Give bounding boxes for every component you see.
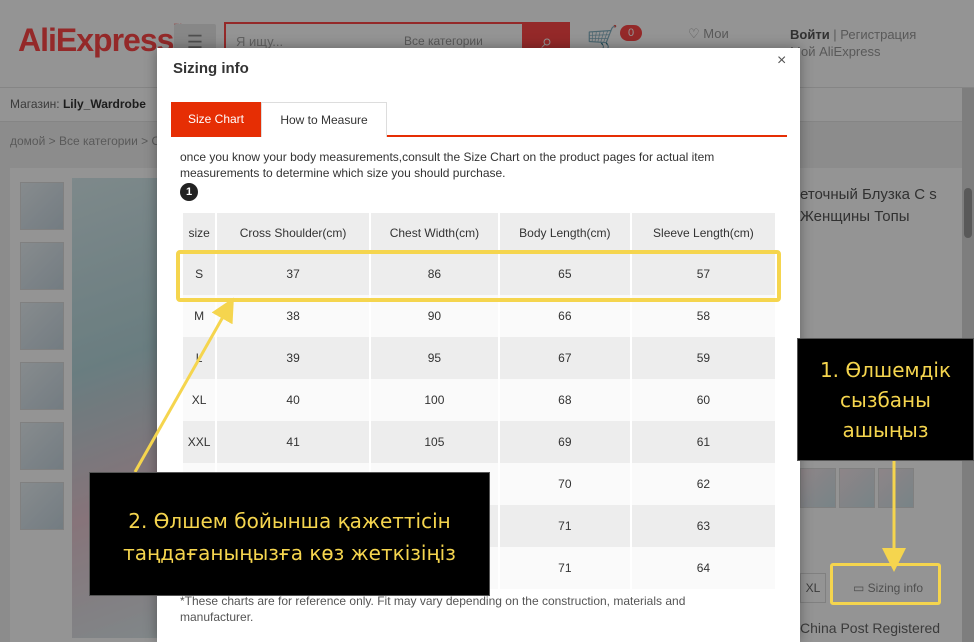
callout-line: сызбаны [840, 388, 931, 412]
close-icon[interactable]: × [777, 52, 786, 70]
table-header-row: size Cross Shoulder(cm) Chest Width(cm) … [183, 213, 775, 253]
highlight-sizing-info [830, 563, 941, 605]
callout-line: ашыңыз [842, 418, 929, 442]
callout-line: 1. Өлшемдік [819, 358, 952, 382]
modal-tabs: Size Chart How to Measure [171, 102, 787, 137]
table-cell: 67 [499, 337, 630, 379]
column-header: Cross Shoulder(cm) [217, 213, 369, 253]
tab-how-to-measure[interactable]: How to Measure [261, 102, 387, 137]
intro-text: once you know your body measurements,con… [180, 150, 715, 180]
table-cell: 62 [631, 463, 775, 505]
table-cell: 71 [499, 505, 630, 547]
table-cell: 61 [631, 421, 775, 463]
table-cell: 41 [217, 421, 369, 463]
table-cell: 63 [631, 505, 775, 547]
table-cell: 59 [631, 337, 775, 379]
table-cell: 95 [370, 337, 498, 379]
chart-disclaimer: *These charts are for reference only. Fi… [180, 594, 686, 624]
table-row: L 39 95 67 59 [183, 337, 775, 379]
callout-line: 2. Өлшем бойынша қажеттісін [128, 509, 451, 533]
table-cell: L [183, 337, 216, 379]
column-header: Sleeve Length(cm) [631, 213, 775, 253]
table-cell: 71 [499, 547, 630, 589]
column-header: size [183, 213, 216, 253]
modal-title: Sizing info [173, 60, 249, 77]
table-cell: 69 [499, 421, 630, 463]
table-cell: 39 [217, 337, 369, 379]
table-cell: 100 [370, 379, 498, 421]
table-cell: 60 [631, 379, 775, 421]
table-cell: XL [183, 379, 216, 421]
callout-step-2: 2. Өлшем бойынша қажеттісін таңдағаныңыз… [89, 472, 490, 596]
table-cell: 64 [631, 547, 775, 589]
callout-line: таңдағаныңызға көз жеткізіңіз [123, 541, 456, 565]
column-header: Body Length(cm) [499, 213, 630, 253]
highlight-row-s [176, 250, 781, 302]
callout-step-1: 1. Өлшемдік сызбаны ашыңыз [797, 338, 974, 461]
table-cell: 68 [499, 379, 630, 421]
table-cell: 70 [499, 463, 630, 505]
tab-size-chart[interactable]: Size Chart [171, 102, 261, 137]
column-header: Chest Width(cm) [370, 213, 498, 253]
table-cell: XXL [183, 421, 216, 463]
step-badge: 1 [180, 183, 198, 201]
table-row: XL 40 100 68 60 [183, 379, 775, 421]
table-cell: 105 [370, 421, 498, 463]
table-row: XXL 41 105 69 61 [183, 421, 775, 463]
table-cell: 40 [217, 379, 369, 421]
